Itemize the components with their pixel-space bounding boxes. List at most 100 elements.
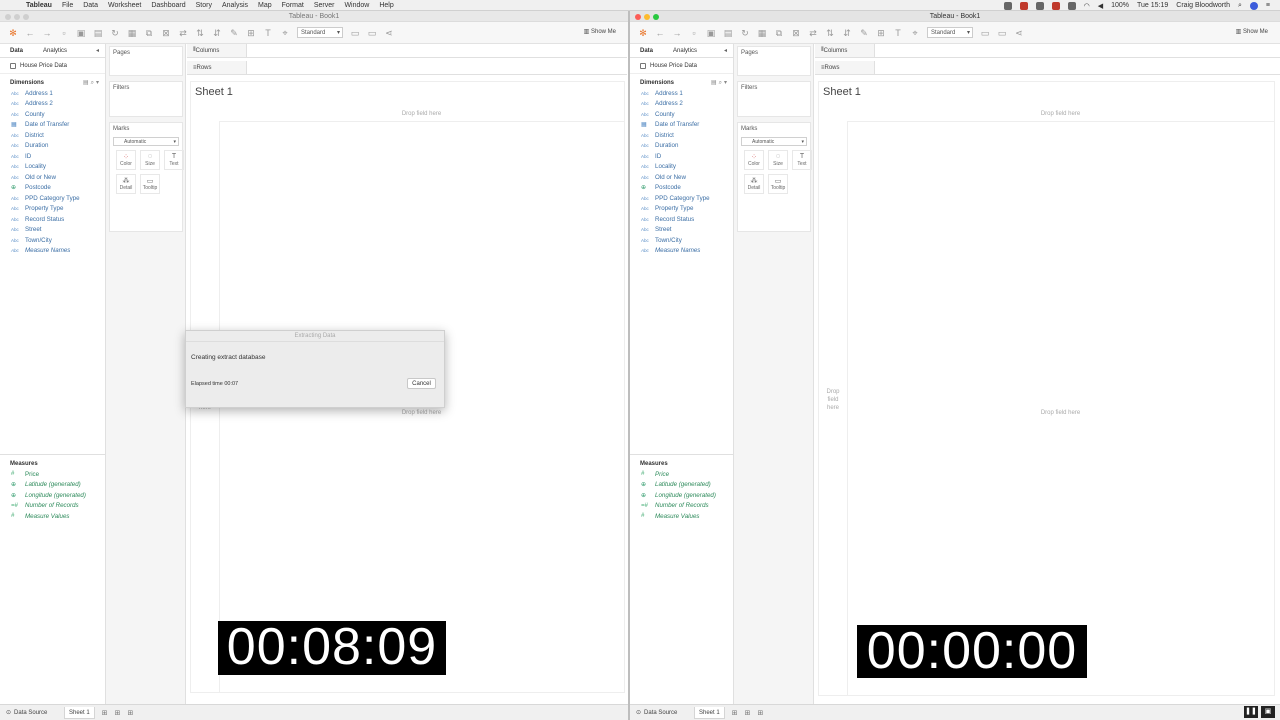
tooltip-button[interactable]: ▭ Tooltip bbox=[140, 174, 160, 194]
highlight-icon[interactable]: ✎ bbox=[859, 28, 869, 38]
field-district[interactable]: Abc District bbox=[0, 130, 105, 141]
tab-data[interactable]: Data bbox=[640, 48, 653, 54]
tray-s-icon[interactable] bbox=[1051, 1, 1060, 10]
field-ppd-category-type[interactable]: Abc PPD Category Type bbox=[630, 193, 733, 204]
sort-asc-icon[interactable]: ⇅ bbox=[195, 28, 205, 38]
field-record-status[interactable]: Abc Record Status bbox=[630, 214, 733, 225]
tray-dropbox-icon[interactable] bbox=[1067, 1, 1076, 10]
dimensions-controls-icon[interactable]: ▤⌕▾ bbox=[711, 79, 729, 87]
drop-zone-center[interactable]: Drop field here bbox=[847, 410, 1274, 416]
field-county[interactable]: Abc County bbox=[630, 109, 733, 120]
field-county[interactable]: Abc County bbox=[0, 109, 105, 120]
drop-zone-columns[interactable]: Drop field here bbox=[219, 106, 624, 122]
drop-zone-rows[interactable]: Drop field here bbox=[821, 388, 845, 412]
new-dashboard-icon[interactable]: ⊞ bbox=[745, 709, 751, 717]
field-id[interactable]: Abc ID bbox=[630, 151, 733, 162]
highlight-icon[interactable]: ✎ bbox=[229, 28, 239, 38]
filters-card[interactable]: Filters bbox=[109, 81, 183, 117]
field-district[interactable]: Abc District bbox=[630, 130, 733, 141]
tab-analytics[interactable]: Analytics bbox=[43, 48, 67, 54]
sheet-title[interactable]: Sheet 1 bbox=[823, 86, 861, 98]
field-street[interactable]: Abc Street bbox=[630, 225, 733, 236]
presentation-mode-icon[interactable]: ▣ bbox=[1261, 706, 1275, 718]
fit-select[interactable]: Standard bbox=[927, 27, 973, 38]
add-datasource-icon[interactable]: ▣ bbox=[76, 28, 86, 38]
field-locality[interactable]: Abc Locality bbox=[0, 162, 105, 173]
show-me-button[interactable]: ▥ Show Me bbox=[584, 28, 616, 35]
sort-desc-icon[interactable]: ⇵ bbox=[212, 28, 222, 38]
pause-updates-icon[interactable]: ▤ bbox=[93, 28, 103, 38]
field-longitude[interactable]: ⊕ Longitude (generated) bbox=[630, 490, 733, 501]
text-button[interactable]: T Text bbox=[792, 150, 812, 170]
new-story-icon[interactable]: ⊞ bbox=[127, 709, 133, 717]
rows-shelf[interactable]: ≡ Rows bbox=[187, 61, 627, 75]
sort-asc-icon[interactable]: ⇅ bbox=[825, 28, 835, 38]
field-duration[interactable]: Abc Duration bbox=[630, 141, 733, 152]
field-property-type[interactable]: Abc Property Type bbox=[0, 204, 105, 215]
dimensions-controls-icon[interactable]: ▤⌕▾ bbox=[83, 79, 101, 87]
field-measure-names[interactable]: Abc Measure Names bbox=[630, 246, 733, 257]
collapse-pane-icon[interactable]: ◂ bbox=[96, 47, 99, 54]
tray-app-icon[interactable] bbox=[1003, 1, 1012, 10]
field-old-or-new[interactable]: Abc Old or New bbox=[0, 172, 105, 183]
menu-file[interactable]: File bbox=[62, 2, 73, 9]
presentation-icon[interactable]: ▭ bbox=[367, 28, 377, 38]
size-button[interactable]: ◌ Size bbox=[768, 150, 788, 170]
new-story-icon[interactable]: ⊞ bbox=[757, 709, 763, 717]
field-address-1[interactable]: Abc Address 1 bbox=[0, 88, 105, 99]
detail-button[interactable]: ⁂ Detail bbox=[116, 174, 136, 194]
clock[interactable]: Tue 15:19 bbox=[1137, 2, 1168, 9]
close-icon[interactable] bbox=[5, 14, 11, 20]
duplicate-icon[interactable]: ⧉ bbox=[144, 28, 154, 38]
share-icon[interactable]: ⋖ bbox=[1014, 28, 1024, 38]
labels-icon[interactable]: T bbox=[263, 28, 273, 38]
field-record-status[interactable]: Abc Record Status bbox=[0, 214, 105, 225]
sheet-tab[interactable]: Sheet 1 bbox=[694, 706, 725, 719]
color-button[interactable]: ⁘ Color bbox=[744, 150, 764, 170]
mark-type-select[interactable]: Automatic bbox=[741, 137, 807, 146]
field-duration[interactable]: Abc Duration bbox=[0, 141, 105, 152]
columns-shelf[interactable]: ⦀ Columns bbox=[187, 44, 627, 58]
group-icon[interactable]: ⊞ bbox=[246, 28, 256, 38]
field-number-of-records[interactable]: =# Number of Records bbox=[630, 501, 733, 512]
new-sheet-icon[interactable]: ▦ bbox=[127, 28, 137, 38]
field-address-2[interactable]: Abc Address 2 bbox=[630, 99, 733, 110]
field-price[interactable]: # Price bbox=[630, 469, 733, 480]
columns-shelf[interactable]: ⦀ Columns bbox=[815, 44, 1280, 58]
size-button[interactable]: ◌ Size bbox=[140, 150, 160, 170]
text-button[interactable]: T Text bbox=[164, 150, 184, 170]
pin-icon[interactable]: ⌖ bbox=[280, 28, 290, 38]
tab-analytics[interactable]: Analytics bbox=[673, 48, 697, 54]
field-measure-values[interactable]: # Measure Values bbox=[0, 511, 105, 522]
menu-app[interactable]: Tableau bbox=[26, 2, 52, 9]
field-town-city[interactable]: Abc Town/City bbox=[0, 235, 105, 246]
duplicate-icon[interactable]: ⧉ bbox=[774, 28, 784, 38]
field-postcode[interactable]: ⊕ Postcode bbox=[630, 183, 733, 194]
field-price[interactable]: # Price bbox=[0, 469, 105, 480]
wifi-icon[interactable]: ◠ bbox=[1084, 2, 1090, 10]
new-worksheet-icon[interactable]: ⊞ bbox=[732, 709, 738, 717]
new-sheet-icon[interactable]: ▦ bbox=[757, 28, 767, 38]
sort-desc-icon[interactable]: ⇵ bbox=[842, 28, 852, 38]
tab-data[interactable]: Data bbox=[10, 48, 23, 54]
menu-worksheet[interactable]: Worksheet bbox=[108, 2, 141, 9]
battery-label[interactable]: 100% bbox=[1111, 2, 1129, 9]
field-latitude[interactable]: ⊕ Latitude (generated) bbox=[0, 480, 105, 491]
field-date-of-transfer[interactable]: ▦ Date of Transfer bbox=[0, 120, 105, 131]
zoom-icon[interactable] bbox=[653, 14, 659, 20]
field-date-of-transfer[interactable]: ▦ Date of Transfer bbox=[630, 120, 733, 131]
presentation-icon[interactable]: ▭ bbox=[997, 28, 1007, 38]
menu-map[interactable]: Map bbox=[258, 2, 272, 9]
siri-icon[interactable] bbox=[1249, 1, 1258, 10]
collapse-pane-icon[interactable]: ◂ bbox=[724, 47, 727, 54]
field-measure-values[interactable]: # Measure Values bbox=[630, 511, 733, 522]
new-dashboard-icon[interactable]: ⊞ bbox=[115, 709, 121, 717]
tableau-logo-icon[interactable]: ✻ bbox=[638, 28, 648, 38]
show-me-button[interactable]: ▥ Show Me bbox=[1236, 28, 1268, 35]
field-address-2[interactable]: Abc Address 2 bbox=[0, 99, 105, 110]
clear-sheet-icon[interactable]: ⊠ bbox=[791, 28, 801, 38]
menu-analysis[interactable]: Analysis bbox=[222, 2, 248, 9]
pages-card[interactable]: Pages bbox=[109, 46, 183, 76]
field-ppd-category-type[interactable]: Abc PPD Category Type bbox=[0, 193, 105, 204]
share-icon[interactable]: ⋖ bbox=[384, 28, 394, 38]
